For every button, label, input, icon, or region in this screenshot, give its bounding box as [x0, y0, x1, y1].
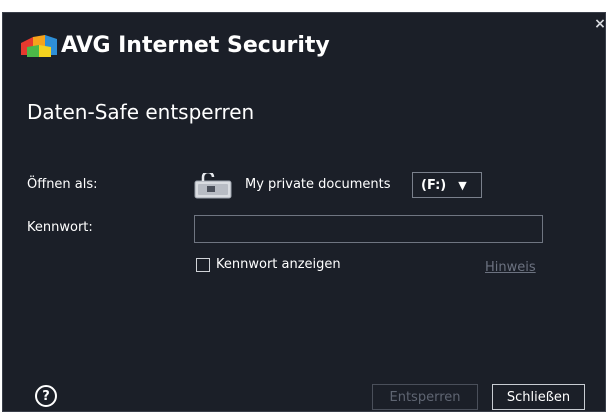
- hint-link[interactable]: Hinweis: [485, 260, 536, 275]
- brand-avg: AVG: [61, 33, 111, 58]
- show-password-toggle[interactable]: Kennwort anzeigen: [196, 257, 341, 272]
- drive-value: (F:): [421, 177, 447, 193]
- unlock-vault-dialog: × AVG Internet Security Daten-Safe entspe…: [2, 12, 606, 412]
- safe-drive-icon: [194, 173, 232, 199]
- app-title: AVG Internet Security: [61, 33, 330, 58]
- help-icon[interactable]: ?: [35, 385, 57, 407]
- dialog-title: Daten-Safe entsperren: [27, 100, 255, 124]
- password-input[interactable]: [194, 215, 543, 243]
- password-label: Kennwort:: [27, 220, 93, 235]
- dropdown-arrow-icon: ▼: [458, 178, 467, 192]
- vault-name: My private documents: [245, 177, 391, 192]
- unlock-button[interactable]: Entsperren: [372, 384, 478, 410]
- show-password-checkbox[interactable]: [196, 257, 210, 272]
- close-icon[interactable]: ×: [591, 15, 608, 33]
- avg-logo-icon: [21, 35, 57, 57]
- show-password-label: Kennwort anzeigen: [216, 257, 341, 272]
- drive-select[interactable]: (F:) ▼: [412, 172, 482, 198]
- close-button[interactable]: Schließen: [492, 384, 585, 410]
- brand-product: Internet Security: [118, 33, 330, 58]
- open-as-label: Öffnen als:: [27, 177, 98, 192]
